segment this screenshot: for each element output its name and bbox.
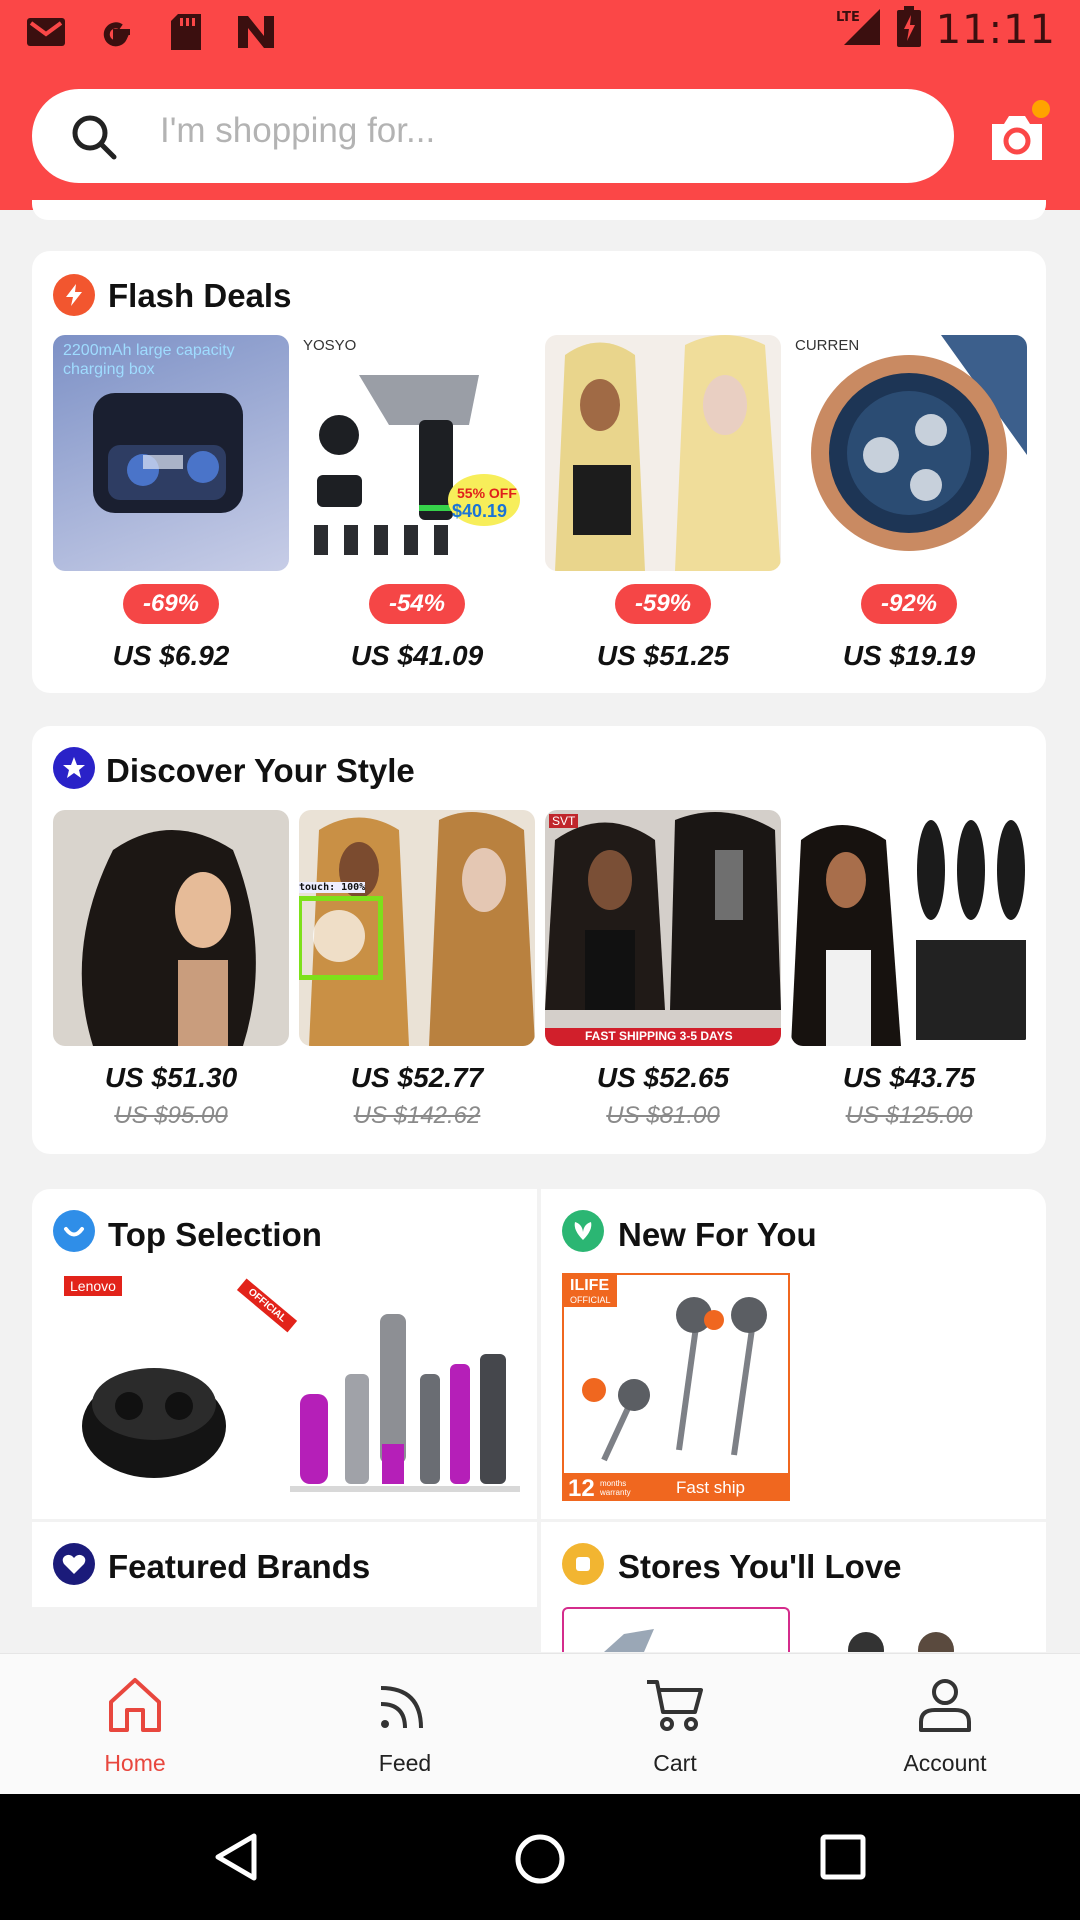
cart-icon xyxy=(647,1680,703,1731)
warranty-months: 12 xyxy=(568,1475,595,1501)
touch-point xyxy=(313,910,365,962)
flash-icon xyxy=(53,274,95,316)
discount-badge: -59% xyxy=(615,584,711,624)
lte-signal-icon: LTE xyxy=(836,7,882,52)
style-old-price: US $125.00 xyxy=(845,1102,973,1129)
feed-icon xyxy=(380,1686,423,1729)
promo-price-text: $40.19 xyxy=(452,501,508,521)
recents-icon[interactable] xyxy=(820,1834,866,1880)
product-image[interactable]: ILIFE OFFICIAL 12 months warranty Fast s… xyxy=(562,1273,790,1501)
deal-price: US $19.19 xyxy=(842,640,976,671)
style-price: US $52.65 xyxy=(596,1062,730,1093)
deal-price: US $41.09 xyxy=(350,640,484,671)
nav-cart[interactable]: Cart xyxy=(540,1654,810,1795)
stores-title: Stores You'll Love xyxy=(618,1548,902,1585)
clock: 11:11 xyxy=(935,6,1056,53)
google-icon xyxy=(96,12,136,52)
warranty-badge: 12 months warranty Fast ship xyxy=(564,1473,788,1501)
discount-badge: -92% xyxy=(861,584,957,624)
smile-icon xyxy=(53,1210,95,1252)
style-old-price: US $95.00 xyxy=(114,1102,228,1129)
style-price: US $52.77 xyxy=(350,1062,484,1093)
search-icon xyxy=(70,113,118,166)
nav-label: Feed xyxy=(378,1750,432,1776)
style-price: US $51.30 xyxy=(104,1062,238,1093)
new-for-you-card[interactable]: New For You ILIFE OFFICIAL 12 months war… xyxy=(541,1189,1046,1519)
style-old-price: US $142.62 xyxy=(353,1102,481,1129)
app-n-icon xyxy=(236,12,276,52)
product-brand-text: CURREN xyxy=(795,337,860,354)
product-image[interactable]: touch: 100% xyxy=(299,810,535,1046)
battery-charging-icon xyxy=(896,6,922,53)
leaf-icon xyxy=(562,1210,604,1252)
brand-strip xyxy=(32,1607,537,1652)
top-selection-title: Top Selection xyxy=(108,1216,322,1253)
style-price: US $43.75 xyxy=(842,1062,976,1093)
store-thumbnail[interactable] xyxy=(796,1622,1026,1668)
heart-icon xyxy=(53,1543,95,1585)
home-circle-icon[interactable] xyxy=(513,1832,567,1886)
touch-overlay-text: touch: 100% xyxy=(299,882,366,893)
product-image[interactable]: Lenovo OFFICIAL xyxy=(64,1276,314,1506)
nav-account[interactable]: Account xyxy=(810,1654,1080,1795)
nav-label: Cart xyxy=(653,1750,697,1776)
status-bar: LTE 11:11 xyxy=(0,0,1080,66)
store-icon xyxy=(562,1543,604,1585)
product-image[interactable]: SVT FAST SHIPPING 3-5 DAYS xyxy=(545,810,781,1046)
account-icon xyxy=(919,1679,971,1732)
warranty-text: months warranty xyxy=(600,1479,631,1497)
back-icon[interactable] xyxy=(212,1832,262,1882)
discount-badge: -69% xyxy=(123,584,219,624)
product-image[interactable] xyxy=(545,335,781,571)
bottom-navigation: Home Feed Cart Account xyxy=(0,1653,1080,1794)
discover-title: Discover Your Style xyxy=(106,752,415,789)
notification-dot xyxy=(1032,100,1050,118)
deal-price: US $6.92 xyxy=(112,640,230,671)
product-image-caption: 2200mAh large capacity charging box xyxy=(63,342,235,378)
featured-brands-card[interactable]: Featured Brands xyxy=(32,1522,537,1652)
product-brand-text: SVT xyxy=(549,814,579,828)
store-thumbnail[interactable] xyxy=(562,1607,790,1652)
previous-card-edge xyxy=(32,200,1046,220)
gmail-icon xyxy=(26,12,66,52)
sd-card-icon xyxy=(166,12,206,52)
search-input[interactable]: I'm shopping for... xyxy=(32,89,954,183)
product-image[interactable] xyxy=(53,810,289,1046)
nav-label: Home xyxy=(104,1750,166,1776)
deal-price: US $51.25 xyxy=(596,640,730,671)
svg-text:LTE: LTE xyxy=(836,10,860,25)
top-selection-card[interactable]: Top Selection Lenovo OFFICIAL xyxy=(32,1189,537,1519)
discount-badge: -54% xyxy=(369,584,465,624)
nav-feed[interactable]: Feed xyxy=(270,1654,540,1795)
flash-deals-title: Flash Deals xyxy=(108,277,292,314)
system-navigation-bar xyxy=(0,1794,1080,1920)
app-header: LTE 11:11 I'm shopping for... xyxy=(0,0,1080,210)
search-placeholder: I'm shopping for... xyxy=(160,111,436,150)
nav-label: Account xyxy=(903,1750,987,1776)
shipping-banner: FAST SHIPPING 3-5 DAYS xyxy=(585,1029,733,1043)
product-image[interactable]: CURREN xyxy=(791,335,1027,571)
product-image[interactable] xyxy=(791,810,1027,1046)
stores-card[interactable]: Stores You'll Love xyxy=(541,1522,1046,1668)
product-image[interactable] xyxy=(290,1314,520,1504)
new-for-you-title: New For You xyxy=(618,1216,817,1253)
style-old-price: US $81.00 xyxy=(606,1102,720,1129)
product-image[interactable]: YOSYO 55% OFF $40.19 xyxy=(299,335,535,571)
nav-home[interactable]: Home xyxy=(0,1654,270,1795)
home-icon xyxy=(109,1678,161,1732)
promo-off-text: 55% OFF xyxy=(457,485,517,501)
fast-ship-label: Fast ship xyxy=(676,1478,745,1497)
star-icon xyxy=(53,747,95,789)
product-image[interactable]: 2200mAh large capacity charging box xyxy=(53,335,289,571)
flash-deals-card[interactable]: Flash Deals 2200mAh large capacity charg… xyxy=(32,251,1046,693)
product-brand-text: YOSYO xyxy=(303,337,357,354)
featured-brands-title: Featured Brands xyxy=(108,1548,371,1585)
discover-style-card[interactable]: Discover Your Style US $51.30 US $95.00 … xyxy=(32,726,1046,1154)
